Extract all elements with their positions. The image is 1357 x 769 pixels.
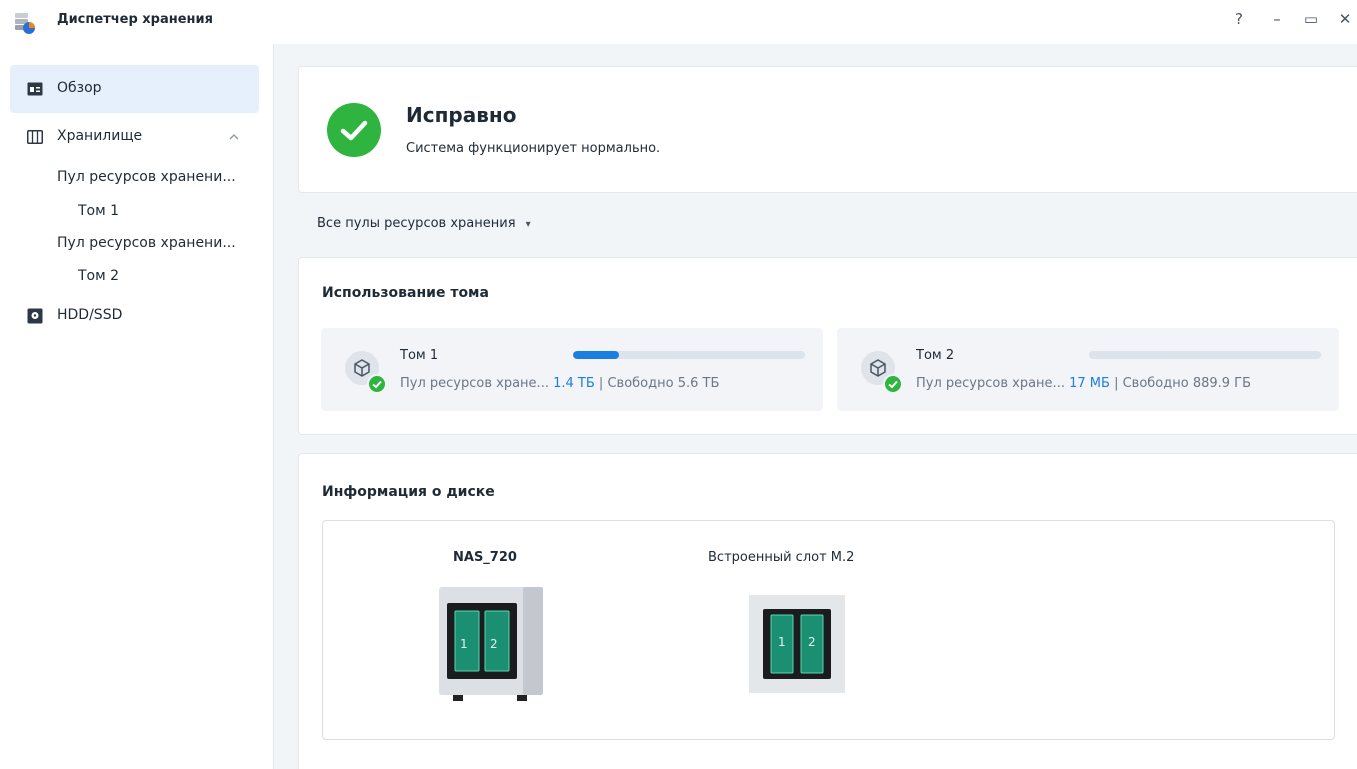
- main-content: Исправно Система функционирует нормально…: [274, 44, 1357, 769]
- volume-pool-name: Пул ресурсов хране...: [400, 376, 549, 391]
- health-status-card: Исправно Система функционирует нормально…: [298, 66, 1357, 193]
- status-title: Исправно: [406, 103, 517, 127]
- overview-icon: [27, 82, 43, 96]
- sidebar-item-hdd-ssd[interactable]: HDD/SSD: [10, 292, 259, 340]
- volume-usage-bar: [1089, 351, 1321, 359]
- sidebar-item-storage[interactable]: Хранилище: [10, 113, 259, 161]
- maximize-button[interactable]: ▭: [1300, 10, 1322, 28]
- pool-filter-label: Все пулы ресурсов хранения: [317, 216, 516, 231]
- sidebar: Обзор Хранилище Пул ресурсов хранени... …: [0, 44, 274, 769]
- sidebar-item-pool-2[interactable]: Пул ресурсов хранени...: [57, 235, 236, 251]
- title-bar: Диспетчер хранения ? – ▭ ✕: [0, 0, 1357, 44]
- volume-usage-bar: [573, 351, 805, 359]
- separator: |: [598, 376, 604, 391]
- nas-device-name: NAS_720: [453, 550, 517, 565]
- storage-icon: [27, 130, 43, 144]
- separator: |: [1114, 376, 1119, 391]
- sidebar-item-overview[interactable]: Обзор: [10, 65, 259, 113]
- volume-pool-name: Пул ресурсов хране...: [916, 376, 1065, 391]
- volume-tile[interactable]: Том 1 Пул ресурсов хране... 1.4 ТБ | Сво…: [321, 328, 823, 411]
- volume-name: Том 1: [400, 348, 439, 363]
- disk-info-panel: NAS_720 1 2 Встроенный слот M.2 1 2: [322, 520, 1335, 740]
- volume-usage-fill: [573, 351, 620, 359]
- sidebar-item-storage-label: Хранилище: [57, 128, 143, 144]
- close-button[interactable]: ✕: [1334, 10, 1356, 28]
- sidebar-item-overview-label: Обзор: [57, 80, 102, 96]
- volume-tile[interactable]: Том 2 Пул ресурсов хране... 17 МБ | Своб…: [837, 328, 1339, 411]
- storage-manager-app-icon: [15, 13, 35, 34]
- volume-usage-title: Использование тома: [322, 285, 489, 301]
- nas-slot-label: 2: [490, 637, 498, 651]
- app-title: Диспетчер хранения: [57, 12, 213, 27]
- sidebar-item-pool-1[interactable]: Пул ресурсов хранени...: [57, 169, 236, 185]
- volume-ok-icon: [883, 374, 903, 394]
- chevron-up-icon[interactable]: [229, 133, 239, 141]
- volume-free: Свободно 5.6 ТБ: [607, 376, 720, 391]
- disk-info-title: Информация о диске: [322, 484, 495, 500]
- volume-free: Свободно 889.9 ГБ: [1122, 376, 1252, 391]
- m2-slot-label: 1: [778, 635, 786, 649]
- minimize-button[interactable]: –: [1266, 10, 1288, 28]
- sidebar-item-volume-2[interactable]: Том 2: [78, 268, 119, 284]
- volume-usage-card: Использование тома Том 1 Пул ресурсов хр…: [298, 257, 1357, 435]
- dropdown-arrow-icon: ▾: [525, 219, 531, 230]
- volume-detail: Пул ресурсов хране... 17 МБ | Свободно 8…: [916, 376, 1251, 391]
- nas-slot-label: 1: [460, 637, 468, 651]
- sidebar-item-volume-1[interactable]: Том 1: [78, 203, 119, 219]
- m2-slot-device-name: Встроенный слот M.2: [708, 550, 855, 565]
- volume-used: 1.4 ТБ: [553, 376, 595, 391]
- volume-name: Том 2: [916, 348, 955, 363]
- sidebar-item-hdd-ssd-label: HDD/SSD: [57, 307, 123, 323]
- volume-used: 17 МБ: [1069, 376, 1110, 391]
- status-subtitle: Система функционирует нормально.: [406, 141, 661, 156]
- m2-slot-image[interactable]: [749, 595, 845, 693]
- volume-detail: Пул ресурсов хране... 1.4 ТБ | Свободно …: [400, 376, 719, 391]
- m2-slot-label: 2: [808, 635, 816, 649]
- disk-info-card: Информация о диске NAS_720 1 2 Встроенны…: [298, 453, 1357, 769]
- status-ok-icon: [327, 103, 381, 157]
- pool-filter-dropdown[interactable]: Все пулы ресурсов хранения ▾: [317, 216, 531, 231]
- hard-disk-icon: [27, 308, 43, 324]
- volume-ok-icon: [367, 374, 387, 394]
- help-button[interactable]: ?: [1228, 10, 1250, 28]
